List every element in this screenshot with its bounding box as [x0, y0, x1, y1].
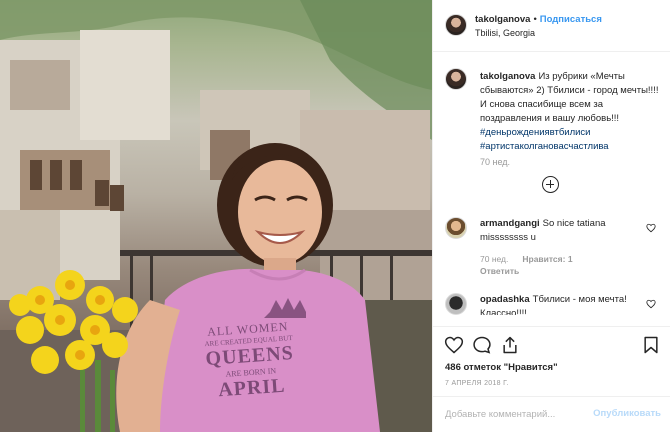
- hashtag-link[interactable]: #артистаколгановасчастлива: [480, 140, 660, 154]
- post-actions-bar: [433, 326, 670, 358]
- follow-button[interactable]: Подписаться: [540, 14, 602, 25]
- publish-button[interactable]: Опубликовать: [593, 408, 661, 419]
- author-username[interactable]: takolganova: [475, 14, 530, 25]
- separator-dot: •: [533, 14, 537, 25]
- comments-section: takolganova Из рубрики «Мечты сбываются» …: [433, 53, 670, 315]
- likes-count[interactable]: 486 отметок "Нравится": [445, 362, 558, 373]
- post-header: takolganova • Подписаться Tbilisi, Georgia: [433, 0, 670, 52]
- share-icon[interactable]: [500, 335, 520, 355]
- comment: armandgangi So nice tatiana missssssss u: [480, 217, 640, 245]
- caption: takolganova Из рубрики «Мечты сбываются» …: [480, 70, 660, 154]
- comment-avatar[interactable]: [445, 293, 467, 315]
- instagram-post-dialog: ALL WOMEN ARE CREATED EQUAL BUT QUEENS A…: [0, 0, 670, 432]
- shirt-print: ALL WOMEN ARE CREATED EQUAL BUT QUEENS A…: [167, 317, 332, 406]
- comment-avatar[interactable]: [445, 217, 467, 239]
- caption-username[interactable]: takolganova: [480, 71, 535, 82]
- author-avatar[interactable]: [445, 14, 467, 36]
- comment: opadashka Тбилиси - моя мечта! Классно!!!…: [480, 293, 640, 315]
- heart-icon[interactable]: [646, 299, 656, 309]
- comment-bubble-icon[interactable]: [472, 335, 492, 355]
- add-comment-bar: Опубликовать: [433, 396, 670, 432]
- caption-timestamp[interactable]: 70 нед.: [480, 157, 510, 167]
- comment-username[interactable]: armandgangi: [480, 218, 540, 229]
- heart-icon[interactable]: [444, 335, 464, 355]
- author-line: takolganova • Подписаться: [475, 14, 602, 25]
- comment-likes[interactable]: Нравится: 1: [522, 254, 572, 264]
- reply-button[interactable]: Ответить: [480, 266, 519, 276]
- post-date[interactable]: 7 АПРЕЛЯ 2018 Г.: [445, 380, 509, 387]
- post-photo[interactable]: ALL WOMEN ARE CREATED EQUAL BUT QUEENS A…: [0, 0, 432, 432]
- location-link[interactable]: Tbilisi, Georgia: [475, 28, 535, 38]
- caption-author-avatar[interactable]: [445, 68, 467, 90]
- comment-username[interactable]: opadashka: [480, 294, 530, 305]
- post-side-panel: takolganova • Подписаться Tbilisi, Georgia…: [432, 0, 670, 432]
- comment-timestamp[interactable]: 70 нед.: [480, 254, 508, 264]
- bookmark-icon[interactable]: [641, 335, 661, 355]
- plus-circle-icon[interactable]: [542, 176, 559, 193]
- hashtag-link[interactable]: #деньрождениявтбилиси: [480, 126, 660, 140]
- heart-icon[interactable]: [646, 223, 656, 233]
- comment-input[interactable]: [445, 405, 595, 423]
- comment-meta: 70 нед. Нравится: 1: [480, 254, 573, 264]
